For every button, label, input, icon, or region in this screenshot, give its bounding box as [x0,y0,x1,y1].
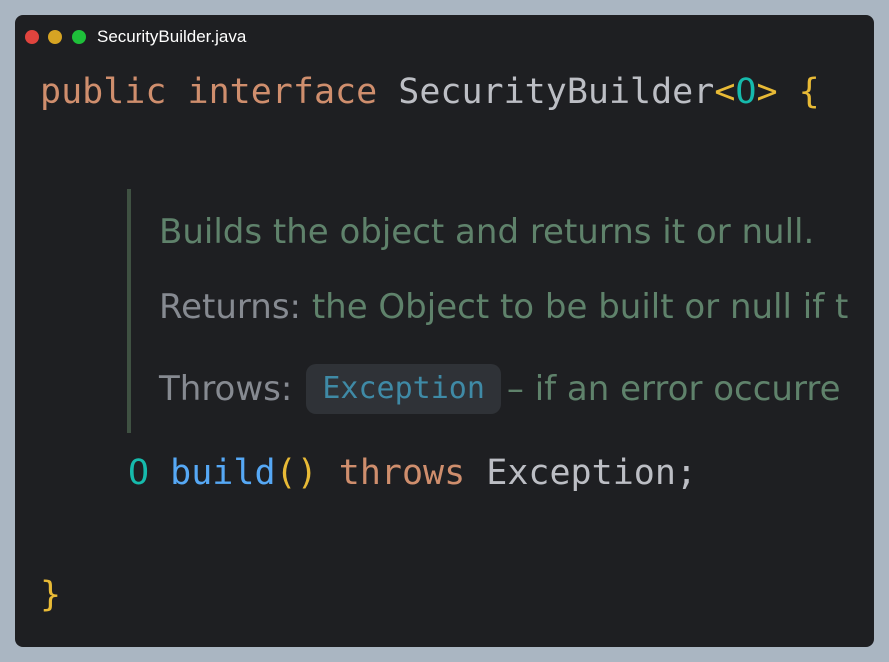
throws-keyword: throws [338,453,466,493]
doc-returns: Returns: the Object to be built or null … [159,287,850,327]
exception-link[interactable]: Exception [306,364,501,414]
doc-description: Builds the object and returns it or null… [159,212,815,252]
returns-text: the Object to be built or null if th [311,287,850,327]
closing-brace-line[interactable]: } [40,573,61,618]
method-name: build [170,453,276,493]
semicolon: ; [675,453,697,493]
method-parens: () [275,453,318,493]
editor-window: SecurityBuilder.java public interface Se… [15,15,874,647]
exception-type: Exception [486,453,676,493]
returns-label: Returns: [159,287,301,327]
method-declaration-line[interactable]: O build() throws Exception; [128,451,697,496]
close-brace: } [40,575,62,615]
doc-throws: Throws: Exception – if an error occurre [159,364,841,414]
throws-text: – if an error occurre [506,369,841,409]
return-type: O [128,453,150,493]
doc-comment-block[interactable]: Builds the object and returns it or null… [15,15,850,647]
throws-label: Throws: [159,369,293,409]
